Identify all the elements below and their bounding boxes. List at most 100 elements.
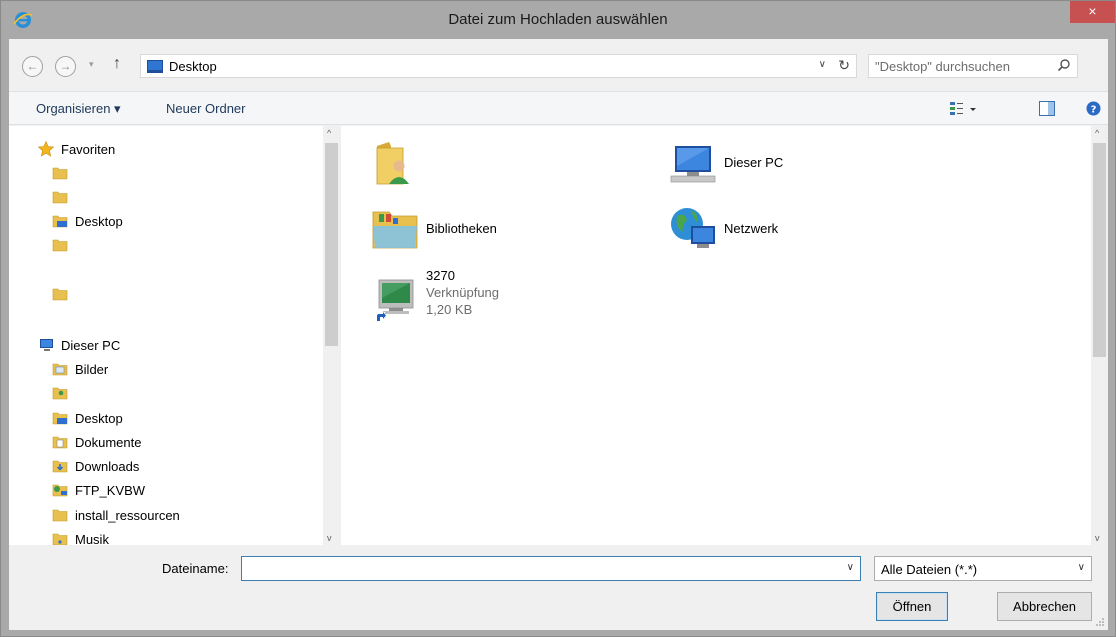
scroll-down-arrow[interactable]: v	[327, 533, 332, 543]
nav-this-pc[interactable]: Dieser PC	[38, 335, 120, 355]
recent-locations-dropdown[interactable]: ▾	[89, 59, 94, 70]
nav-pc-item-label: Bilder	[75, 361, 109, 377]
address-dropdown-icon[interactable]: ∨	[819, 59, 826, 70]
nav-pc-item-label: Desktop	[75, 410, 123, 426]
file-item-name: 3270	[426, 268, 455, 283]
nav-favorite-item[interactable]	[52, 235, 75, 255]
search-box[interactable]	[868, 54, 1078, 78]
desktop-folder-icon	[52, 412, 68, 425]
desktop-folder-icon	[52, 215, 68, 228]
filename-label: Dateiname:	[162, 561, 229, 576]
nav-favorite-item[interactable]	[52, 187, 75, 207]
file-dialog-window: Datei zum Hochladen auswählen × ← → ▾ ↑ …	[0, 0, 1116, 637]
desktop-icon	[147, 60, 163, 73]
filename-input[interactable]	[246, 560, 836, 577]
close-button[interactable]: ×	[1070, 1, 1115, 23]
folder-icon	[52, 239, 68, 252]
nav-pc-downloads[interactable]: Downloads	[52, 456, 139, 476]
nav-pc-bilder[interactable]: Bilder	[52, 359, 108, 379]
nav-favorite-item[interactable]	[52, 163, 75, 183]
libraries-icon	[372, 211, 418, 249]
nav-pc-install[interactable]: install_ressourcen	[52, 505, 180, 525]
file-item-type: Verknüpfung	[426, 285, 500, 300]
user-folder-icon	[52, 387, 68, 400]
filename-dropdown-icon[interactable]: ∨	[847, 562, 854, 573]
file-item-libraries[interactable]: Bibliotheken	[369, 202, 497, 254]
file-item-user-folder[interactable]	[369, 136, 426, 188]
scroll-down-arrow[interactable]: v	[1095, 533, 1100, 543]
dialog-footer: Dateiname: ∨ Alle Dateien (*.*) ∨ Öffnen…	[9, 545, 1108, 630]
filetype-select[interactable]: Alle Dateien (*.*) ∨	[874, 556, 1092, 581]
up-button[interactable]: ↑	[113, 55, 121, 73]
filetype-dropdown-icon[interactable]: ∨	[1078, 562, 1085, 573]
nav-favorite-label: Desktop	[75, 213, 123, 229]
back-button[interactable]: ←	[22, 56, 43, 77]
dialog-client-area: ← → ▾ ↑ Desktop ∨ ↻ Orga	[9, 39, 1108, 630]
file-item-name: Bibliotheken	[426, 220, 497, 236]
nav-pc-musik[interactable]: Musik	[52, 529, 109, 545]
address-row: ← → ▾ ↑ Desktop ∨ ↻	[9, 39, 1108, 91]
resize-grip-icon[interactable]	[1095, 617, 1105, 627]
nav-pc-item-label: Dokumente	[75, 434, 142, 450]
file-list-pane[interactable]: Dieser PC Bibliotheken Netzwerk 3270 Ver…	[341, 126, 1091, 545]
documents-folder-icon	[52, 436, 68, 449]
window-title: Datei zum Hochladen auswählen	[448, 11, 668, 28]
organize-menu-button[interactable]: Organisieren ▾	[36, 101, 121, 117]
nav-favorites-label: Favoriten	[61, 141, 116, 157]
nav-pc-dokumente[interactable]: Dokumente	[52, 432, 141, 452]
nav-pane-scrollbar[interactable]: ^ v	[323, 126, 340, 545]
downloads-folder-icon	[52, 460, 68, 473]
nav-pc-item[interactable]	[52, 383, 75, 403]
nav-favorite-item[interactable]	[52, 284, 75, 304]
new-folder-button[interactable]: Neuer Ordner	[166, 101, 245, 116]
network-location-icon	[52, 484, 68, 497]
filename-combobox[interactable]: ∨	[241, 556, 861, 581]
svg-text:?: ?	[1091, 105, 1097, 116]
cancel-button[interactable]: Abbrechen	[997, 592, 1092, 621]
open-button[interactable]: Öffnen	[876, 592, 948, 621]
file-list-scrollbar[interactable]: ^ v	[1091, 126, 1108, 545]
folder-icon	[52, 191, 68, 204]
user-folder-icon	[376, 142, 409, 185]
search-icon[interactable]	[1057, 58, 1071, 72]
nav-pc-desktop[interactable]: Desktop	[52, 408, 123, 428]
preview-pane-icon[interactable]	[1039, 101, 1055, 116]
pictures-folder-icon	[52, 363, 68, 376]
change-view-icon[interactable]	[949, 101, 979, 117]
music-folder-icon	[52, 533, 68, 545]
file-item-name: Dieser PC	[724, 154, 784, 170]
nav-pc-item-label: Musik	[75, 531, 109, 546]
nav-pc-item-label: FTP_KVBW	[75, 482, 146, 498]
nav-favorite-desktop[interactable]: Desktop	[52, 211, 123, 231]
filetype-selected: Alle Dateien (*.*)	[881, 562, 978, 577]
search-input[interactable]	[875, 58, 1045, 75]
computer-icon	[670, 146, 716, 183]
command-bar: Organisieren ▾ Neuer Ordner ?	[9, 91, 1108, 125]
nav-pc-item-label: install_ressourcen	[75, 507, 180, 523]
scroll-up-arrow[interactable]: ^	[327, 128, 331, 138]
file-item-this-pc[interactable]: Dieser PC	[667, 136, 783, 188]
file-item-3270-shortcut[interactable]: 3270 Verknüpfung 1,20 KB	[369, 268, 499, 324]
file-list-scroll-thumb[interactable]	[1093, 143, 1106, 357]
file-item-size: 1,20 KB	[426, 302, 473, 317]
title-bar[interactable]: Datei zum Hochladen auswählen ×	[1, 1, 1115, 39]
help-icon[interactable]: ?	[1086, 101, 1101, 116]
nav-pc-ftp[interactable]: FTP_KVBW	[52, 480, 145, 500]
nav-this-pc-label: Dieser PC	[61, 337, 121, 353]
shortcut-monitor-icon	[375, 279, 414, 322]
address-bar[interactable]: Desktop ∨ ↻	[140, 54, 857, 78]
computer-icon	[40, 339, 53, 351]
nav-pc-item-label: Downloads	[75, 458, 140, 474]
scroll-up-arrow[interactable]: ^	[1095, 128, 1099, 138]
file-item-network[interactable]: Netzwerk	[667, 202, 778, 254]
folder-icon	[52, 509, 68, 522]
star-icon	[38, 141, 54, 157]
refresh-icon[interactable]: ↻	[838, 57, 850, 74]
forward-button[interactable]: →	[55, 56, 76, 77]
network-icon	[671, 208, 715, 248]
nav-favorites[interactable]: Favoriten	[38, 139, 115, 159]
nav-scroll-thumb[interactable]	[325, 143, 338, 346]
folder-icon	[52, 167, 68, 180]
folder-icon	[52, 288, 68, 301]
navigation-pane[interactable]: Favoriten Desktop Dieser PC Bilder Deskt…	[9, 126, 340, 545]
